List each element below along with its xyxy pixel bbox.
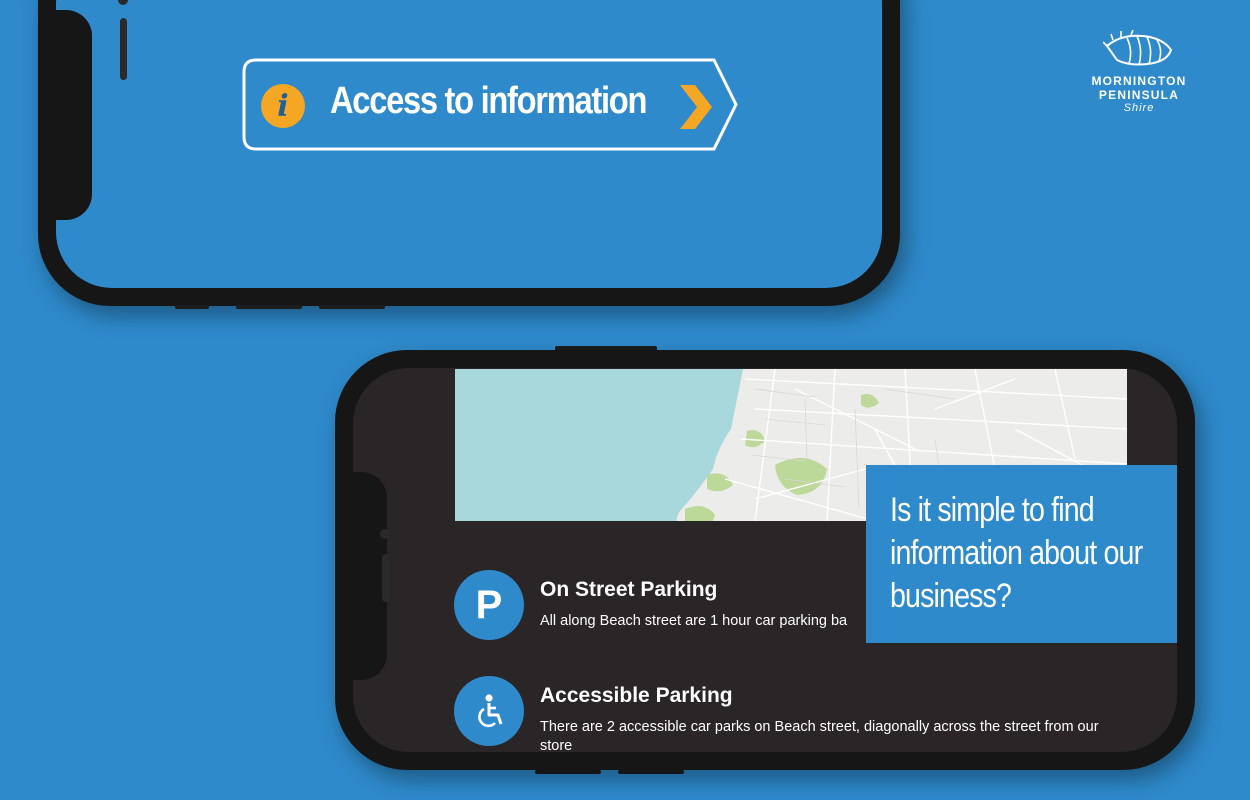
accessible-parking-title: Accessible Parking (540, 684, 733, 707)
side-button (175, 305, 209, 309)
question-text: Is it simple to find information about o… (890, 491, 1143, 615)
side-button (535, 770, 601, 774)
earpiece-speaker (120, 18, 127, 80)
question-box: Is it simple to find information about o… (866, 465, 1177, 643)
mornington-peninsula-logo: MORNINGTON PENINSULA Shire (1080, 30, 1198, 114)
top-phone (38, 0, 900, 306)
wheelchair-icon (454, 676, 524, 746)
info-icon: i (261, 84, 305, 128)
front-camera (118, 0, 128, 5)
side-button (319, 305, 385, 309)
logo-line-2: PENINSULA (1098, 88, 1180, 102)
side-button (236, 305, 302, 309)
on-street-parking-description: All along Beach street are 1 hour car pa… (540, 613, 848, 629)
phone-notch (56, 10, 92, 220)
parking-p-icon: P (454, 570, 524, 640)
front-camera (380, 529, 390, 539)
access-button-label: Access to information (330, 80, 647, 122)
earpiece-speaker (382, 554, 389, 602)
shell-logo-icon (1103, 30, 1173, 66)
chevron-right-icon (680, 85, 712, 129)
logo-line-3: Shire (1123, 102, 1155, 114)
accessible-parking-description: There are 2 accessible car parks on Beac… (540, 719, 1099, 751)
on-street-parking-title: On Street Parking (540, 578, 718, 601)
side-button (618, 770, 684, 774)
logo-line-1: MORNINGTON (1091, 74, 1187, 88)
access-to-information-button[interactable]: i Access to information (242, 58, 738, 151)
